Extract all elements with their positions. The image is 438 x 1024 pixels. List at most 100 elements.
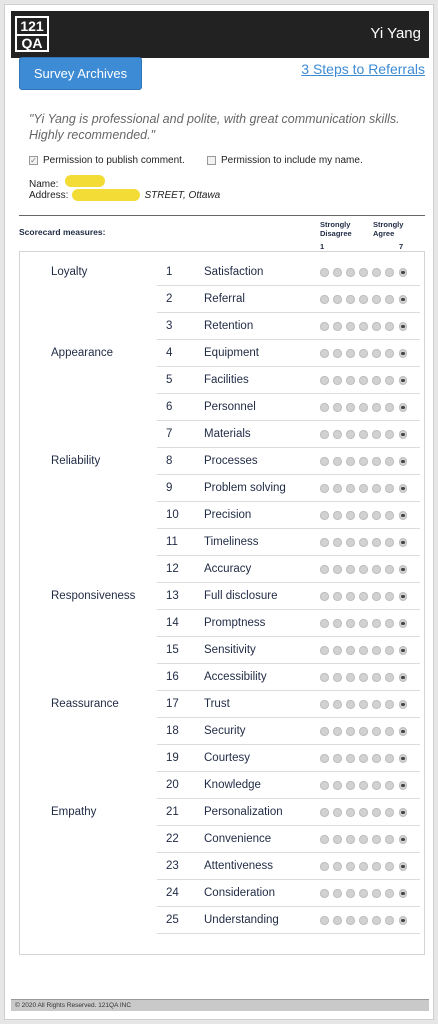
name-checkbox[interactable] — [207, 156, 216, 165]
rating-radio-6[interactable] — [385, 538, 394, 547]
rating-radio-6[interactable] — [385, 619, 394, 628]
rating-radio-2[interactable] — [333, 700, 342, 709]
rating-radio-3[interactable] — [346, 322, 355, 331]
rating-radio-3[interactable] — [346, 754, 355, 763]
rating-radio-2[interactable] — [333, 889, 342, 898]
rating-radio-6[interactable] — [385, 916, 394, 925]
rating-radio-7[interactable] — [398, 565, 408, 574]
rating-radio-1[interactable] — [320, 592, 329, 601]
rating-radio-4[interactable] — [359, 781, 368, 790]
rating-radio-3[interactable] — [346, 430, 355, 439]
rating-radio-4[interactable] — [359, 457, 368, 466]
rating-radio-4[interactable] — [359, 538, 368, 547]
rating-radio-2[interactable] — [333, 565, 342, 574]
rating-radio-2[interactable] — [333, 916, 342, 925]
publish-checkbox[interactable]: ✓ — [29, 156, 38, 165]
rating-radio-6[interactable] — [385, 349, 394, 358]
rating-radio-7[interactable] — [398, 376, 408, 385]
permission-publish-row[interactable]: ✓ Permission to publish comment. — [29, 155, 185, 166]
rating-radio-5[interactable] — [372, 376, 381, 385]
rating-radio-6[interactable] — [385, 592, 394, 601]
rating-radio-2[interactable] — [333, 538, 342, 547]
rating-radio-1[interactable] — [320, 781, 329, 790]
rating-radio-6[interactable] — [385, 889, 394, 898]
rating-radio-6[interactable] — [385, 403, 394, 412]
rating-radio-6[interactable] — [385, 727, 394, 736]
rating-radio-1[interactable] — [320, 673, 329, 682]
steps-to-referrals-link[interactable]: 3 Steps to Referrals — [301, 61, 425, 77]
rating-radio-6[interactable] — [385, 322, 394, 331]
rating-radio-5[interactable] — [372, 592, 381, 601]
rating-radio-2[interactable] — [333, 592, 342, 601]
rating-radio-5[interactable] — [372, 484, 381, 493]
rating-radio-7[interactable] — [398, 727, 408, 736]
rating-radio-7[interactable] — [398, 592, 408, 601]
rating-radio-2[interactable] — [333, 646, 342, 655]
rating-radio-4[interactable] — [359, 727, 368, 736]
rating-radio-2[interactable] — [333, 835, 342, 844]
rating-radio-1[interactable] — [320, 268, 329, 277]
rating-radio-5[interactable] — [372, 457, 381, 466]
rating-radio-5[interactable] — [372, 835, 381, 844]
rating-radio-7[interactable] — [398, 700, 408, 709]
rating-radio-5[interactable] — [372, 700, 381, 709]
rating-radio-6[interactable] — [385, 862, 394, 871]
rating-radio-1[interactable] — [320, 295, 329, 304]
rating-radio-2[interactable] — [333, 349, 342, 358]
rating-radio-4[interactable] — [359, 835, 368, 844]
rating-radio-1[interactable] — [320, 484, 329, 493]
rating-radio-2[interactable] — [333, 484, 342, 493]
rating-radio-2[interactable] — [333, 619, 342, 628]
rating-radio-7[interactable] — [398, 808, 408, 817]
rating-radio-3[interactable] — [346, 916, 355, 925]
rating-radio-5[interactable] — [372, 565, 381, 574]
rating-radio-2[interactable] — [333, 295, 342, 304]
rating-radio-5[interactable] — [372, 754, 381, 763]
rating-radio-3[interactable] — [346, 268, 355, 277]
rating-radio-3[interactable] — [346, 403, 355, 412]
rating-radio-4[interactable] — [359, 862, 368, 871]
rating-radio-7[interactable] — [398, 457, 408, 466]
rating-radio-1[interactable] — [320, 700, 329, 709]
rating-radio-7[interactable] — [398, 430, 408, 439]
rating-radio-4[interactable] — [359, 565, 368, 574]
rating-radio-6[interactable] — [385, 700, 394, 709]
rating-radio-7[interactable] — [398, 295, 408, 304]
rating-radio-1[interactable] — [320, 565, 329, 574]
rating-radio-4[interactable] — [359, 511, 368, 520]
rating-radio-2[interactable] — [333, 511, 342, 520]
rating-radio-3[interactable] — [346, 592, 355, 601]
rating-radio-2[interactable] — [333, 457, 342, 466]
rating-radio-3[interactable] — [346, 835, 355, 844]
rating-radio-6[interactable] — [385, 781, 394, 790]
rating-radio-7[interactable] — [398, 511, 408, 520]
rating-radio-7[interactable] — [398, 754, 408, 763]
rating-radio-3[interactable] — [346, 511, 355, 520]
rating-radio-3[interactable] — [346, 808, 355, 817]
rating-radio-1[interactable] — [320, 538, 329, 547]
rating-radio-3[interactable] — [346, 619, 355, 628]
rating-radio-7[interactable] — [398, 484, 408, 493]
rating-radio-4[interactable] — [359, 619, 368, 628]
rating-radio-6[interactable] — [385, 646, 394, 655]
rating-radio-3[interactable] — [346, 565, 355, 574]
rating-radio-5[interactable] — [372, 511, 381, 520]
rating-radio-1[interactable] — [320, 862, 329, 871]
rating-radio-2[interactable] — [333, 862, 342, 871]
rating-radio-2[interactable] — [333, 376, 342, 385]
rating-radio-7[interactable] — [398, 862, 408, 871]
rating-radio-4[interactable] — [359, 754, 368, 763]
rating-radio-3[interactable] — [346, 457, 355, 466]
rating-radio-6[interactable] — [385, 484, 394, 493]
rating-radio-6[interactable] — [385, 268, 394, 277]
rating-radio-7[interactable] — [398, 646, 408, 655]
rating-radio-2[interactable] — [333, 781, 342, 790]
rating-radio-6[interactable] — [385, 511, 394, 520]
rating-radio-1[interactable] — [320, 835, 329, 844]
rating-radio-4[interactable] — [359, 295, 368, 304]
rating-radio-4[interactable] — [359, 268, 368, 277]
rating-radio-2[interactable] — [333, 808, 342, 817]
rating-radio-7[interactable] — [398, 889, 408, 898]
rating-radio-2[interactable] — [333, 430, 342, 439]
rating-radio-1[interactable] — [320, 754, 329, 763]
